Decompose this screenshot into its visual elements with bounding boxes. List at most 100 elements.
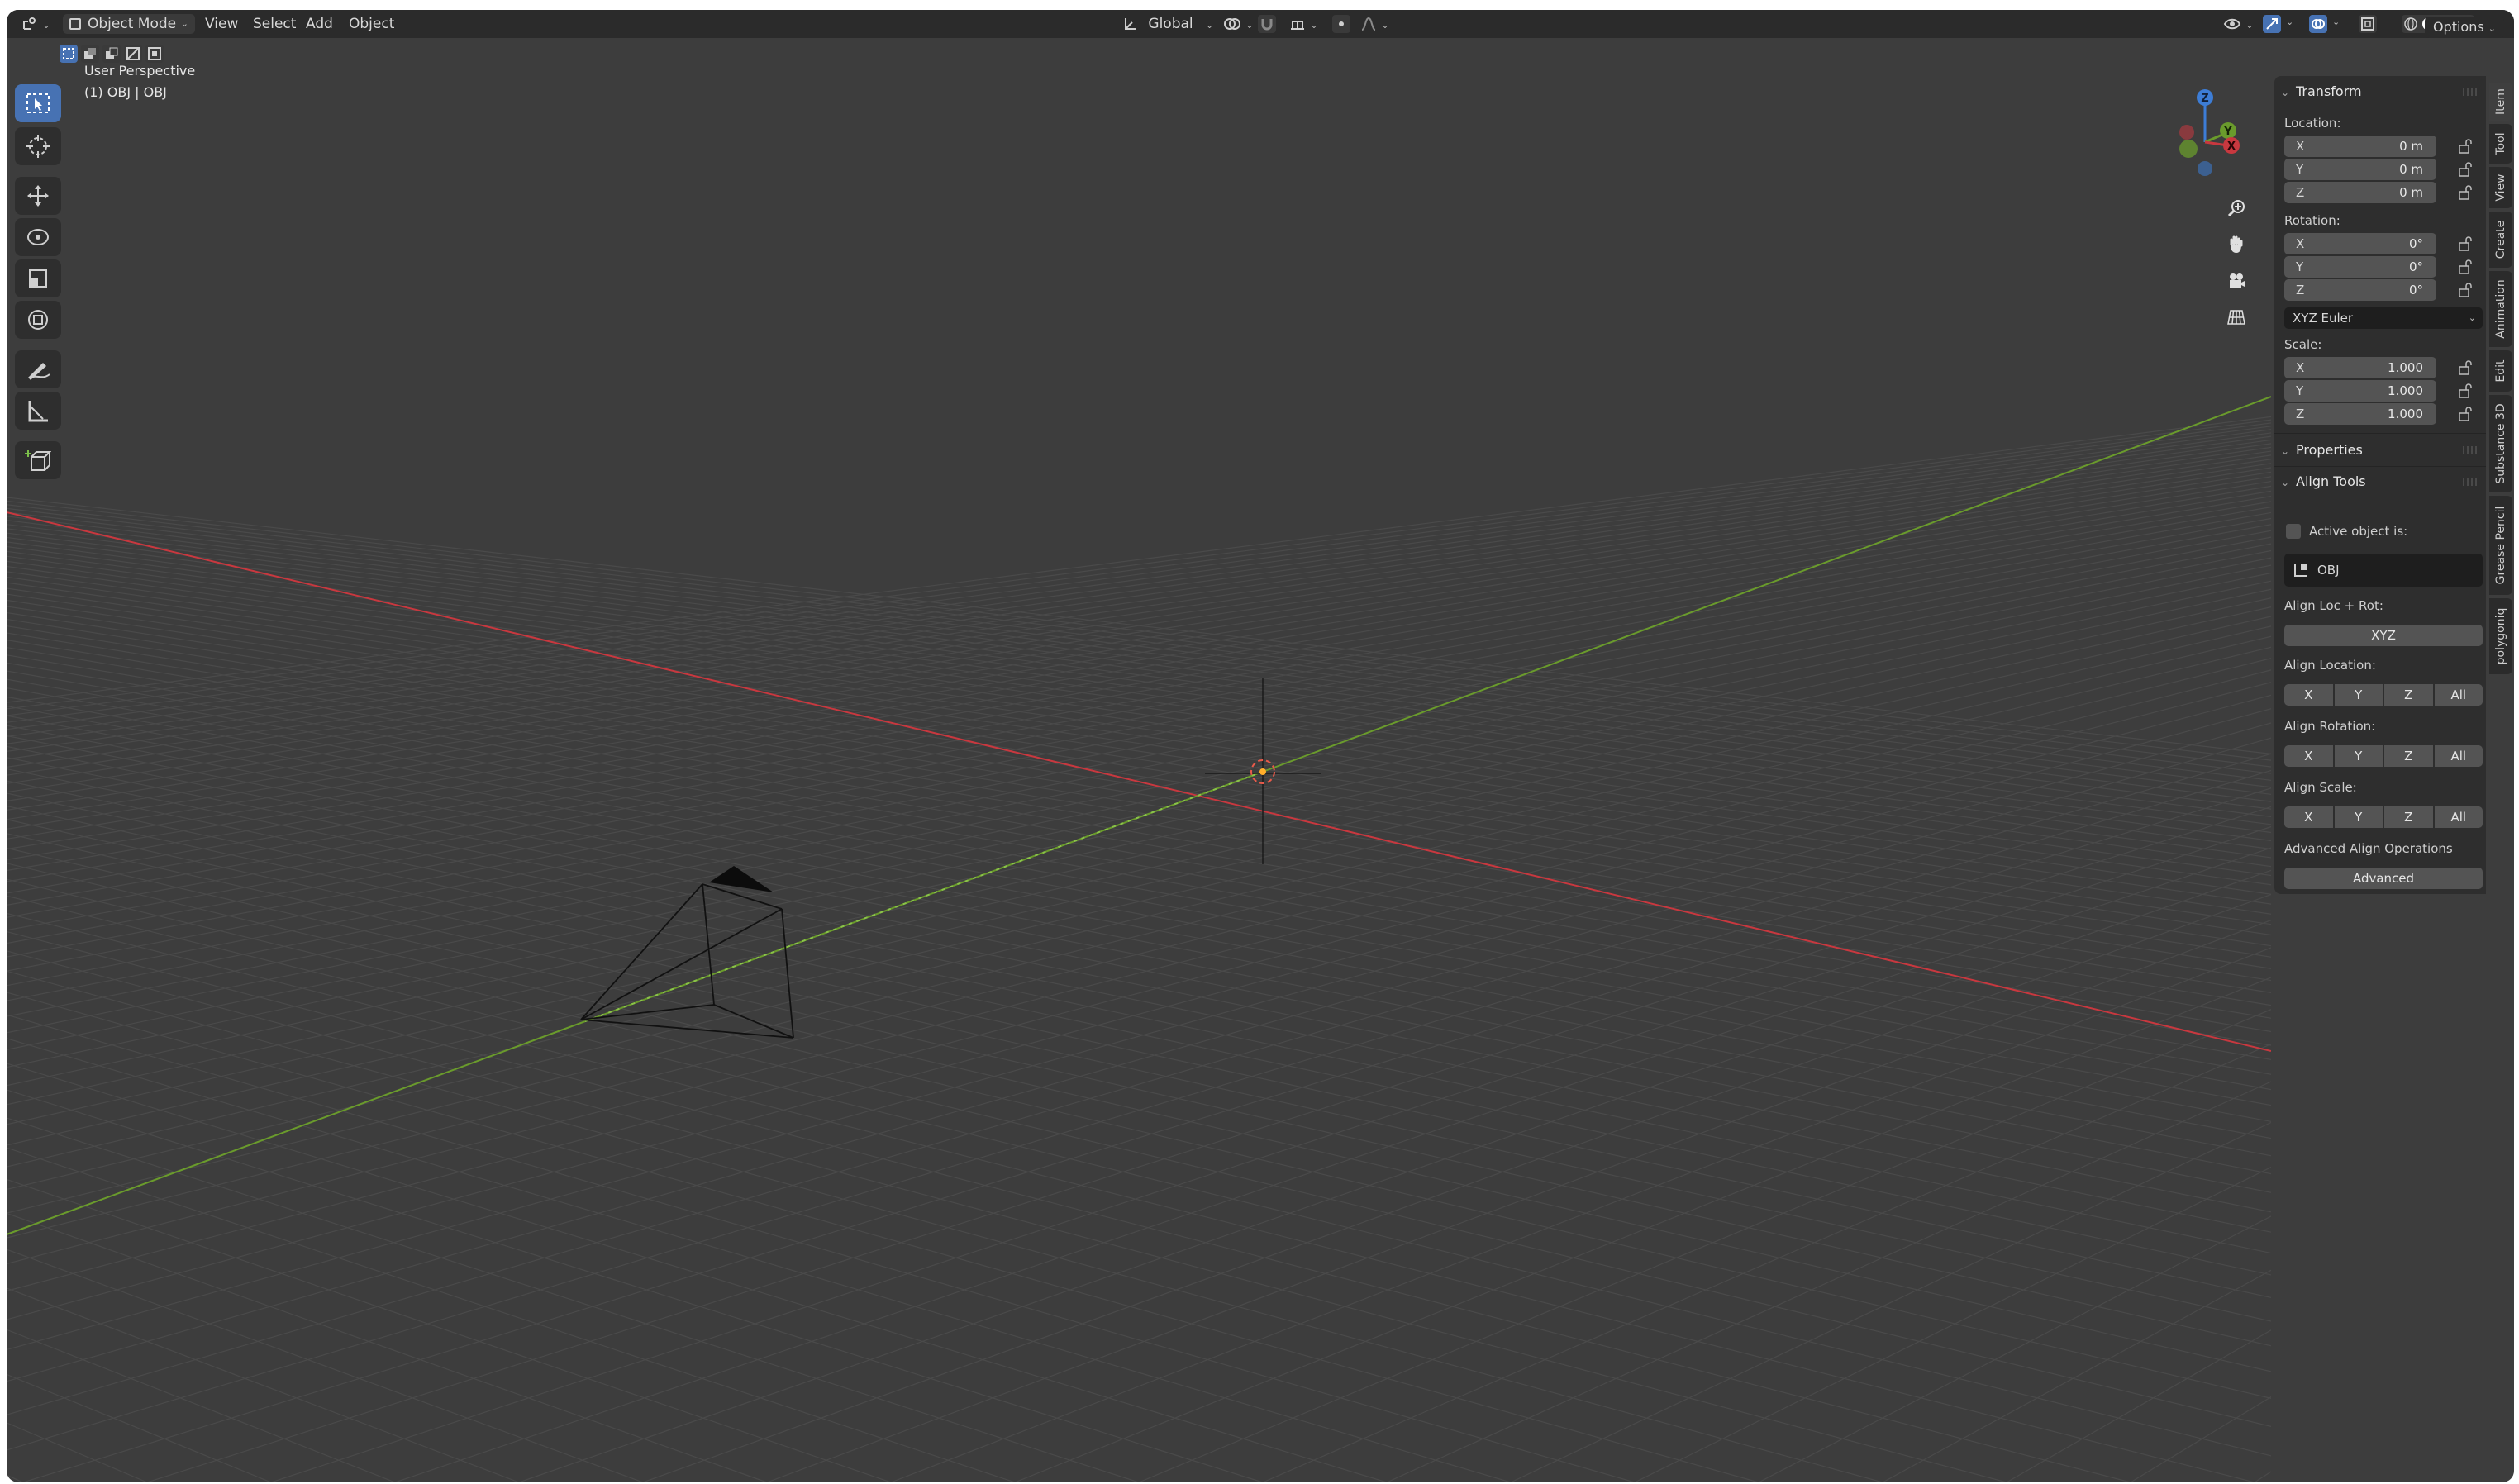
active-object-checkbox[interactable]	[2286, 524, 2301, 539]
rotation-mode-dropdown[interactable]: XYZ Euler ⌄	[2284, 307, 2483, 329]
field-value: 1.000	[2388, 360, 2423, 375]
snap-target-dropdown[interactable]: ⌄	[1283, 14, 1325, 34]
menu-add[interactable]: Add	[306, 14, 333, 34]
properties-section-header[interactable]: ⌄ Properties	[2281, 440, 2363, 461]
menu-object[interactable]: Object	[349, 14, 394, 34]
align-scale-y-button[interactable]: Y	[2334, 806, 2383, 828]
transform-tool[interactable]	[15, 301, 61, 339]
align-rotation-x-button[interactable]: X	[2284, 745, 2333, 767]
field-value: 1.000	[2388, 407, 2423, 421]
align-xyz-button[interactable]: XYZ	[2284, 625, 2483, 646]
align-location-z-button[interactable]: Z	[2384, 684, 2433, 706]
sidebar-panel: ⌄ Transform Location: X 0 m Y 0 m Z 0 m Rota…	[2274, 76, 2486, 894]
xray-toggle[interactable]	[2359, 15, 2377, 33]
lock-icon[interactable]	[2458, 236, 2473, 251]
scale-tool[interactable]	[15, 259, 61, 297]
transform-section-header[interactable]: ⌄ Transform	[2281, 81, 2362, 102]
proportional-editing-toggle[interactable]	[1332, 15, 1350, 33]
wireframe-shading-icon[interactable]	[2403, 17, 2418, 31]
lock-icon[interactable]	[2458, 283, 2473, 297]
align-tools-section-header[interactable]: ⌄ Align Tools	[2281, 471, 2366, 492]
perspective-toggle-button[interactable]	[2221, 302, 2251, 332]
align-rotation-all-button[interactable]: All	[2434, 745, 2483, 767]
grid-line	[7, 912, 2255, 1482]
axis-label: Y	[2296, 162, 2304, 177]
select-box-tool[interactable]	[15, 84, 61, 122]
visibility-dropdown[interactable]: ⌄	[2217, 14, 2260, 34]
align-scale-x-button[interactable]: X	[2284, 806, 2333, 828]
orientation-dropdown[interactable]: Global ⌄	[1116, 14, 1220, 34]
move-tool[interactable]	[15, 177, 61, 215]
rotation-z-field[interactable]: Z 0°	[2284, 279, 2436, 301]
menu-select[interactable]: Select	[253, 14, 296, 34]
align-rotation-z-button[interactable]: Z	[2384, 745, 2433, 767]
drag-grip-icon[interactable]	[2463, 88, 2478, 96]
lock-icon[interactable]	[2458, 162, 2473, 177]
tab-create[interactable]: Create	[2489, 212, 2512, 268]
editor-type-button[interactable]: ⌄	[15, 14, 57, 34]
tab-edit[interactable]: Edit	[2489, 350, 2512, 392]
gizmo-toggle[interactable]	[2263, 15, 2281, 33]
add-cube-tool[interactable]	[15, 441, 61, 479]
grid-line	[7, 992, 1759, 1482]
location-x-field[interactable]: X 0 m	[2284, 136, 2436, 157]
align-location-y-button[interactable]: Y	[2334, 684, 2383, 706]
tab-item[interactable]: Item	[2489, 83, 2512, 121]
chevron-down-icon[interactable]: ⌄	[2332, 17, 2340, 27]
select-intersect-button[interactable]	[145, 45, 164, 63]
drag-grip-icon[interactable]	[2463, 446, 2478, 454]
drag-grip-icon[interactable]	[2463, 478, 2478, 486]
chevron-down-icon[interactable]: ⌄	[2286, 17, 2293, 27]
navigation-gizmo[interactable]: Z Y X	[2155, 84, 2255, 192]
proportional-icon	[1339, 21, 1344, 26]
pivot-point-dropdown[interactable]: ⌄	[1217, 14, 1260, 34]
zoom-button[interactable]	[2221, 193, 2251, 223]
active-object-field[interactable]: OBJ	[2284, 554, 2483, 587]
lock-icon[interactable]	[2458, 259, 2473, 274]
align-rotation-y-button[interactable]: Y	[2334, 745, 2383, 767]
scale-z-field[interactable]: Z 1.000	[2284, 403, 2436, 425]
lock-icon[interactable]	[2458, 383, 2473, 398]
lock-icon[interactable]	[2458, 407, 2473, 421]
tab-grease-pencil[interactable]: Grease Pencil	[2489, 496, 2512, 595]
measure-tool[interactable]	[15, 392, 61, 430]
align-location-all-button[interactable]: All	[2434, 684, 2483, 706]
cursor-tool[interactable]	[15, 127, 61, 165]
rotate-tool[interactable]	[15, 218, 61, 256]
scale-x-field[interactable]: X 1.000	[2284, 357, 2436, 378]
align-location-label: Align Location:	[2284, 658, 2376, 673]
align-location-x-button[interactable]: X	[2284, 684, 2333, 706]
tab-tool[interactable]: Tool	[2489, 124, 2512, 164]
advanced-button[interactable]: Advanced	[2284, 868, 2483, 889]
tab-substance-3d[interactable]: Substance 3D	[2489, 395, 2512, 492]
select-new-button[interactable]	[60, 45, 78, 63]
select-extend-button[interactable]	[81, 45, 99, 63]
mode-dropdown[interactable]: Object Mode ⌄	[63, 14, 195, 34]
options-button[interactable]: Options ⌄	[2424, 17, 2504, 38]
select-subtract-button[interactable]	[102, 45, 121, 63]
3d-viewport[interactable]	[7, 38, 2271, 1482]
location-z-field[interactable]: Z 0 m	[2284, 182, 2436, 203]
align-scale-all-button[interactable]: All	[2434, 806, 2483, 828]
menu-view[interactable]: View	[205, 14, 238, 34]
pan-button[interactable]	[2221, 230, 2251, 259]
lock-icon[interactable]	[2458, 360, 2473, 375]
rotation-x-field[interactable]: X 0°	[2284, 233, 2436, 254]
transform-icon	[28, 310, 48, 330]
location-y-field[interactable]: Y 0 m	[2284, 159, 2436, 180]
lock-icon[interactable]	[2458, 185, 2473, 200]
annotate-tool[interactable]	[15, 350, 61, 388]
overlays-toggle[interactable]	[2309, 15, 2327, 33]
scale-y-field[interactable]: Y 1.000	[2284, 380, 2436, 402]
object-data-icon	[2294, 564, 2307, 577]
tab-polygoniq[interactable]: polygoniq	[2489, 598, 2512, 674]
rotation-y-field[interactable]: Y 0°	[2284, 256, 2436, 278]
select-invert-button[interactable]	[124, 45, 142, 63]
falloff-dropdown[interactable]: ⌄	[1354, 14, 1396, 34]
tab-view[interactable]: View	[2489, 167, 2512, 208]
snap-toggle[interactable]	[1258, 15, 1276, 33]
camera-view-button[interactable]	[2221, 266, 2251, 296]
align-scale-z-button[interactable]: Z	[2384, 806, 2433, 828]
lock-icon[interactable]	[2458, 139, 2473, 154]
tab-animation[interactable]: Animation	[2489, 271, 2512, 347]
